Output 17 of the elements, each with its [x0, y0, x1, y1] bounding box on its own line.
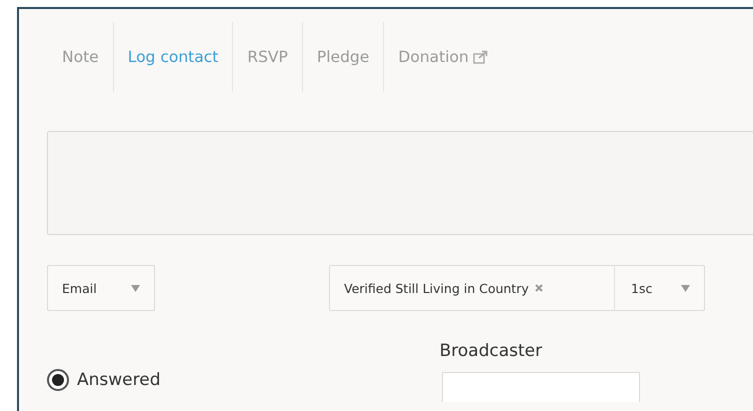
caret-icon	[681, 284, 690, 292]
tab[interactable]: Log contact	[114, 22, 234, 92]
note-field[interactable]	[47, 131, 753, 235]
radio-label: Answered	[77, 370, 160, 390]
radio-button[interactable]	[47, 369, 69, 391]
tab[interactable]: Note	[48, 22, 114, 92]
tag-select[interactable]: Verified Still Living in Country 1sc	[329, 265, 705, 311]
caret-icon	[131, 284, 140, 292]
field-label: Broadcaster	[440, 341, 544, 361]
external-link-icon	[472, 50, 488, 64]
tab[interactable]: RSVP	[233, 22, 303, 92]
tag-label: Verified Still Living in Country	[344, 280, 529, 296]
contact-method-select[interactable]: Email	[47, 265, 155, 311]
broadcaster-field[interactable]	[442, 372, 640, 402]
tab[interactable]: Donation	[384, 22, 502, 92]
tab[interactable]: Pledge	[302, 22, 384, 92]
remove-tag-icon[interactable]	[534, 284, 543, 292]
